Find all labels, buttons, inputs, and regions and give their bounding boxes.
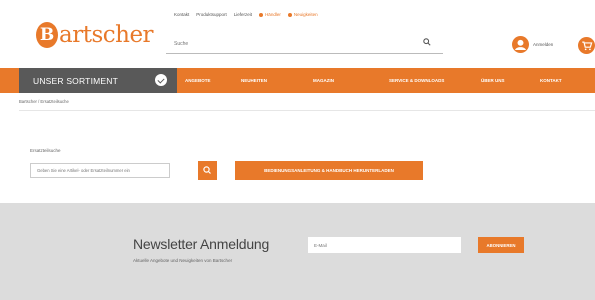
nav-item-magazin[interactable]: MAGAZIN — [313, 78, 334, 83]
user-icon — [512, 36, 529, 53]
main-nav: UNSER SORTIMENT ANGEBOTE NEUHEITEN MAGAZ… — [0, 68, 595, 93]
sortiment-menu-button[interactable]: UNSER SORTIMENT — [19, 68, 177, 93]
top-link-neuigkeiten[interactable]: Neuigkeiten — [287, 12, 318, 17]
manual-download-button[interactable]: BEDIENUNGSANLEITUNG & HANDBUCH HERUNTERL… — [235, 161, 423, 180]
nav-item-angebote[interactable]: ANGEBOTE — [185, 78, 211, 83]
sortiment-label: UNSER SORTIMENT — [33, 75, 119, 86]
nav-item-ueber-uns[interactable]: ÜBER UNS — [481, 78, 505, 83]
spare-parts-label: Ersatzteilsuche — [30, 148, 61, 153]
search-icon — [203, 166, 211, 174]
dot-icon — [287, 12, 292, 17]
search-input[interactable] — [166, 33, 406, 55]
newsletter-subscribe-button[interactable]: ABONNIEREN — [478, 237, 524, 253]
account-link[interactable]: Anmelden — [512, 36, 553, 53]
newsletter-email-input[interactable] — [308, 237, 461, 253]
header: Kontakt Produktsupport Lieferzeit Händle… — [0, 0, 595, 68]
top-link-lieferzeit[interactable]: Lieferzeit — [234, 12, 252, 17]
cart-icon[interactable] — [578, 37, 595, 54]
top-link-kontakt[interactable]: Kontakt — [174, 12, 189, 17]
logo[interactable]: B artscher — [36, 22, 154, 48]
newsletter-section: Newsletter Anmeldung Aktuelle Angebote u… — [0, 203, 595, 300]
nav-item-neuheiten[interactable]: NEUHEITEN — [241, 78, 267, 83]
top-link-haendler[interactable]: Händler — [259, 12, 281, 17]
logo-mark: B — [36, 22, 58, 48]
dot-icon — [259, 12, 264, 17]
nav-item-service[interactable]: SERVICE & DOWNLOADS — [389, 78, 444, 83]
divider — [19, 110, 595, 111]
top-links: Kontakt Produktsupport Lieferzeit Händle… — [174, 12, 318, 17]
newsletter-title: Newsletter Anmeldung — [133, 236, 270, 252]
search-icon[interactable] — [423, 38, 431, 46]
newsletter-subtitle: Aktuelle Angebote und Neuigkeiten von Ba… — [133, 258, 233, 263]
nav-item-kontakt[interactable]: KONTAKT — [540, 78, 562, 83]
search-bar — [166, 32, 443, 55]
logo-text: artscher — [59, 22, 154, 48]
spare-parts-search-button[interactable] — [198, 161, 217, 180]
chevron-down-icon — [155, 74, 167, 86]
account-label: Anmelden — [533, 42, 554, 47]
top-link-produktsupport[interactable]: Produktsupport — [196, 12, 227, 17]
spare-parts-input[interactable] — [30, 163, 170, 178]
breadcrumb[interactable]: Bartscher / Ersatzteilsuche — [19, 99, 69, 104]
